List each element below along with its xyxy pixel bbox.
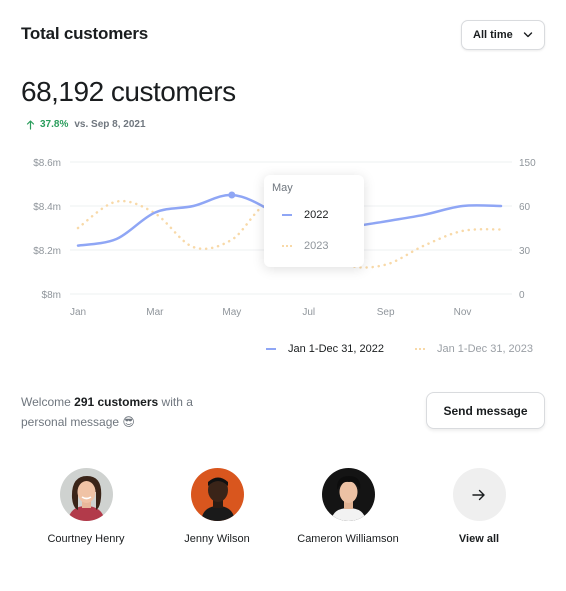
total-customers-value: 68,192 customers — [21, 76, 236, 107]
x-tick-label: Mar — [146, 307, 164, 318]
legend-label: Jan 1-Dec 31, 2023 — [437, 343, 534, 355]
y-tick-label-left: $8.2m — [33, 246, 61, 257]
x-tick-label: Jan — [70, 307, 86, 318]
y-tick-label-right: 150 — [519, 158, 536, 169]
card-title: Total customers — [21, 24, 149, 43]
customer-list: Courtney Henry Jenny Wilson Cameron Will… — [0, 468, 566, 558]
line-swatch-icon — [282, 214, 292, 216]
customer-item[interactable]: Courtney Henry — [21, 468, 151, 545]
welcome-message: Welcome 291 customers with a personal me… — [21, 392, 221, 432]
avatar — [190, 468, 244, 521]
tooltip-series-2022: 2022 — [282, 209, 328, 221]
tooltip-series-2023: 2023 — [282, 240, 328, 252]
customer-item[interactable]: Cameron Williamson — [283, 468, 413, 545]
legend-item-2022[interactable]: Jan 1-Dec 31, 2022 — [266, 343, 384, 355]
dotted-swatch-icon — [282, 245, 292, 247]
y-tick-label-right: 30 — [519, 246, 531, 257]
tooltip-series-label: 2022 — [304, 209, 329, 221]
legend-label: Jan 1-Dec 31, 2022 — [288, 343, 385, 355]
tooltip-month: May — [272, 182, 293, 194]
x-tick-label: May — [222, 307, 241, 318]
dotted-swatch-icon — [415, 348, 426, 350]
chart-legend: Jan 1-Dec 31, 2022 Jan 1-Dec 31, 2023 — [266, 343, 533, 355]
customer-name: Cameron Williamson — [297, 533, 399, 545]
chevron-down-icon — [523, 32, 533, 38]
y-tick-label-left: $8m — [42, 290, 61, 301]
y-tick-label-right: 0 — [519, 290, 525, 301]
growth-indicator: 37.8% vs. Sep 8, 2021 — [26, 119, 146, 130]
sunglasses-emoji-icon: 😎 — [122, 415, 135, 429]
avatar — [59, 468, 113, 521]
y-tick-label-left: $8.6m — [33, 158, 61, 169]
welcome-prefix: Welcome — [21, 395, 75, 409]
tooltip-series-label: 2023 — [304, 240, 329, 252]
y-tick-label-right: 60 — [519, 202, 531, 213]
x-tick-label: Jul — [302, 307, 315, 318]
legend-item-2023[interactable]: Jan 1-Dec 31, 2023 — [415, 343, 533, 355]
view-all-button[interactable]: View all — [414, 468, 544, 545]
avatar — [321, 468, 375, 521]
chart-tooltip: May 2022 2023 — [264, 175, 364, 267]
arrow-right-icon — [472, 489, 485, 500]
welcome-count: 291 customers — [74, 395, 159, 409]
x-tick-label: Nov — [454, 307, 472, 318]
view-all-circle — [452, 468, 506, 521]
time-range-dropdown[interactable]: All time — [461, 20, 545, 50]
customer-name: Courtney Henry — [47, 533, 125, 545]
y-tick-label-left: $8.4m — [33, 202, 61, 213]
arrow-up-icon — [26, 119, 35, 130]
growth-reference: vs. Sep 8, 2021 — [74, 119, 146, 130]
x-tick-label: Sep — [377, 307, 395, 318]
growth-percentage: 37.8% — [40, 119, 69, 130]
line-swatch-icon — [266, 348, 276, 350]
time-range-label: All time — [473, 29, 513, 41]
view-all-label: View all — [458, 533, 500, 545]
customer-item[interactable]: Jenny Wilson — [152, 468, 282, 545]
customer-name: Jenny Wilson — [184, 533, 250, 545]
send-message-button[interactable]: Send message — [426, 392, 545, 429]
